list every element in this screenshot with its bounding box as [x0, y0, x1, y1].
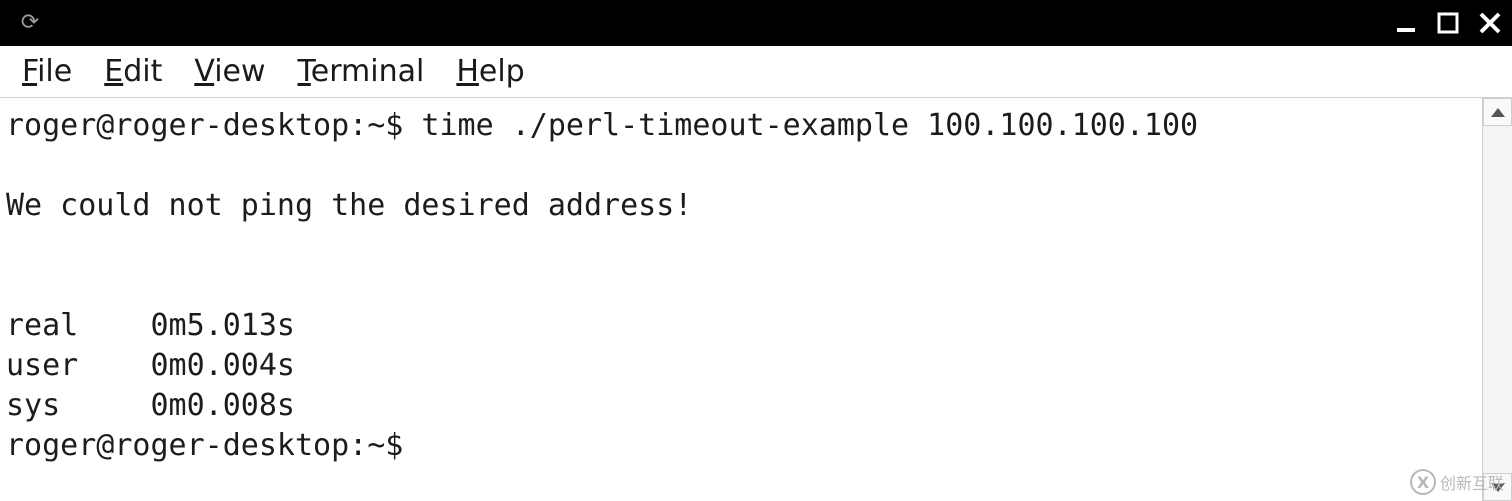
scroll-down-button[interactable]: [1483, 473, 1512, 501]
minimize-icon: [1395, 12, 1417, 34]
terminal-line: [6, 146, 1482, 186]
terminal-output[interactable]: roger@roger-desktop:~$ time ./perl-timeo…: [0, 98, 1482, 501]
menu-file[interactable]: File: [22, 57, 72, 87]
menu-help[interactable]: Help: [456, 57, 524, 87]
maximize-icon: [1437, 12, 1459, 34]
terminal-line: [6, 266, 1482, 306]
scrollbar[interactable]: [1482, 98, 1512, 501]
maximize-button[interactable]: [1436, 11, 1460, 35]
menubar: File Edit View Terminal Help: [0, 46, 1512, 98]
chevron-up-icon: [1491, 108, 1505, 117]
terminal-area: roger@roger-desktop:~$ time ./perl-timeo…: [0, 98, 1512, 501]
chevron-down-icon: [1491, 483, 1505, 492]
scroll-up-button[interactable]: [1483, 98, 1512, 126]
menu-edit[interactable]: Edit: [104, 57, 162, 87]
spinner-icon: ⟳: [21, 12, 39, 34]
window-controls: [1394, 11, 1502, 35]
terminal-line: roger@roger-desktop:~$ time ./perl-timeo…: [6, 106, 1482, 146]
terminal-line: We could not ping the desired address!: [6, 186, 1482, 226]
menu-terminal[interactable]: Terminal: [298, 57, 425, 87]
minimize-button[interactable]: [1394, 11, 1418, 35]
window-titlebar[interactable]: ⟳: [0, 0, 1512, 46]
close-button[interactable]: [1478, 11, 1502, 35]
titlebar-left: ⟳: [10, 8, 50, 38]
terminal-line: user 0m0.004s: [6, 346, 1482, 386]
close-icon: [1478, 11, 1502, 35]
terminal-line: roger@roger-desktop:~$: [6, 426, 1482, 466]
terminal-line: real 0m5.013s: [6, 306, 1482, 346]
menu-view[interactable]: View: [194, 57, 265, 87]
terminal-window: ⟳ File Edit View Terminal Help: [0, 0, 1512, 501]
terminal-line: [6, 226, 1482, 266]
terminal-line: sys 0m0.008s: [6, 386, 1482, 426]
